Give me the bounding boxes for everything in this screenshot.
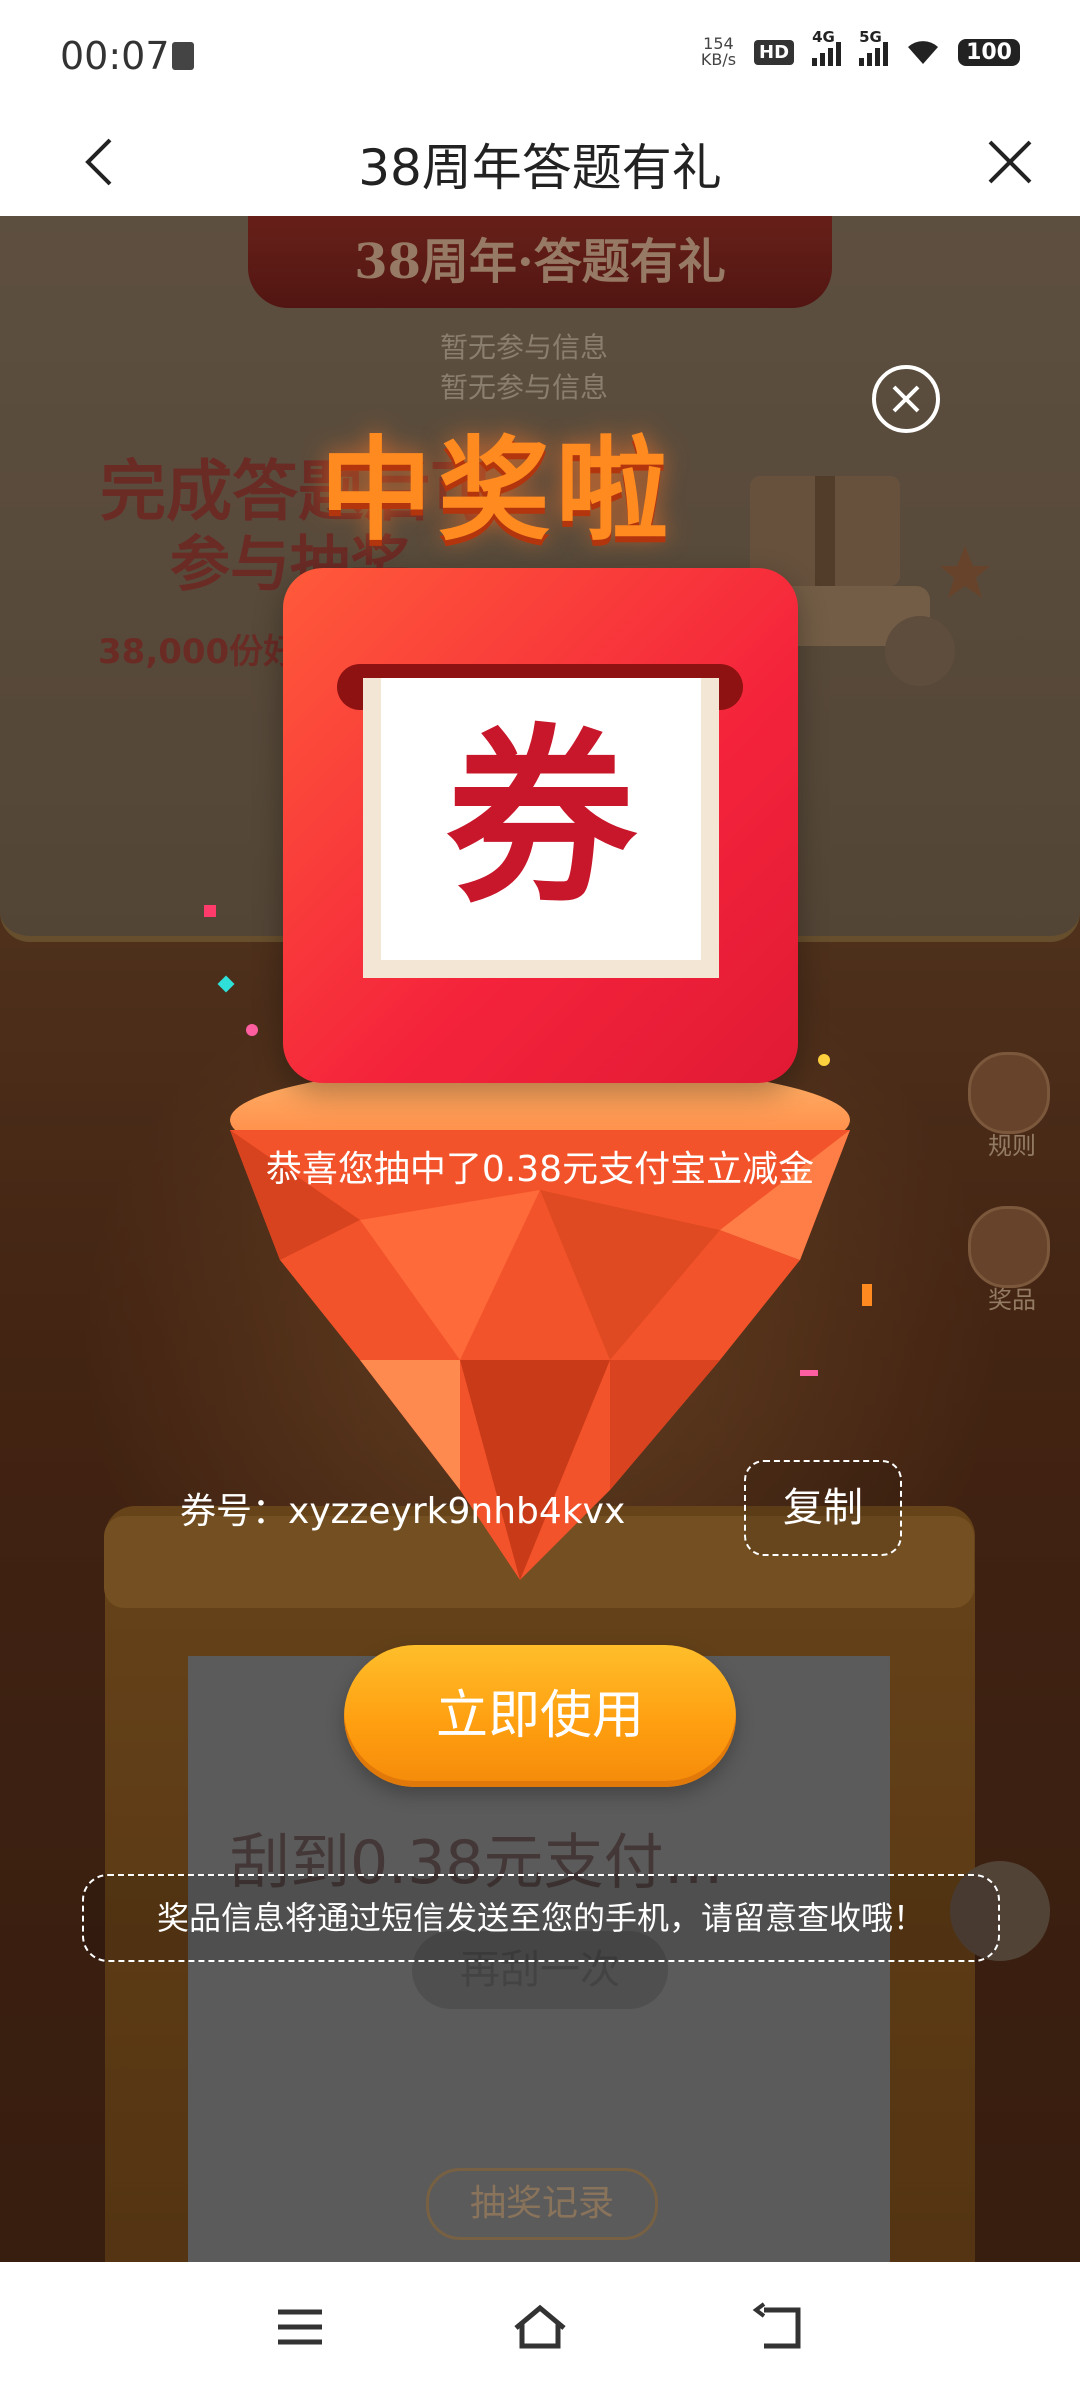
win-title: 中奖啦 [320, 426, 674, 556]
status-bar: 00:07 154 KB/s HD 4G 5G 100 [0, 0, 1080, 110]
copy-button[interactable]: 复制 [744, 1460, 902, 1556]
coupon-glyph: 券 [445, 706, 636, 929]
signal-4g-icon: 4G [812, 28, 842, 66]
network-speed: 154 KB/s [701, 36, 736, 68]
signal-5g-icon: 5G [859, 28, 889, 66]
notification-icon [172, 42, 194, 70]
status-icons: 154 KB/s HD 4G 5G 100 [701, 28, 1020, 68]
menu-icon[interactable] [270, 2302, 330, 2352]
hd-icon: HD [754, 39, 795, 65]
page-title: 38周年答题有礼 [358, 139, 722, 197]
network-speed-unit: KB/s [700, 50, 737, 69]
coupon-inner: 券 [381, 678, 701, 960]
wifi-icon [908, 41, 939, 64]
sms-notice: 奖品信息将通过短信发送至您的手机，请留意查收哦！ [82, 1874, 1000, 1962]
modal-close-icon[interactable] [870, 363, 942, 435]
coupon-paper: 券 [363, 678, 719, 978]
close-icon[interactable] [980, 132, 1040, 192]
back-nav-icon[interactable] [750, 2302, 810, 2352]
battery-icon: 100 [958, 38, 1020, 66]
network-4g-label: 4G [812, 28, 835, 46]
coupon-code-label: 券号： [180, 1491, 289, 1532]
coupon-code-value: xyzzeyrk9nhb4kvx [288, 1491, 626, 1532]
confetti [204, 905, 216, 917]
use-now-button[interactable]: 立即使用 [344, 1645, 736, 1787]
system-nav-bar [0, 2262, 1080, 2388]
coupon-code-row: 券号：xyzzeyrk9nhb4kvx [180, 1482, 625, 1534]
home-icon[interactable] [510, 2302, 570, 2352]
congrats-message: 恭喜您抽中了0.38元支付宝立减金 [265, 1149, 815, 1190]
status-time: 00:07 [60, 34, 170, 78]
coupon-card: 券 [283, 568, 798, 1083]
network-5g-label: 5G [859, 28, 882, 46]
confetti [246, 1024, 258, 1036]
nav-bar: 38周年答题有礼 [0, 110, 1080, 216]
